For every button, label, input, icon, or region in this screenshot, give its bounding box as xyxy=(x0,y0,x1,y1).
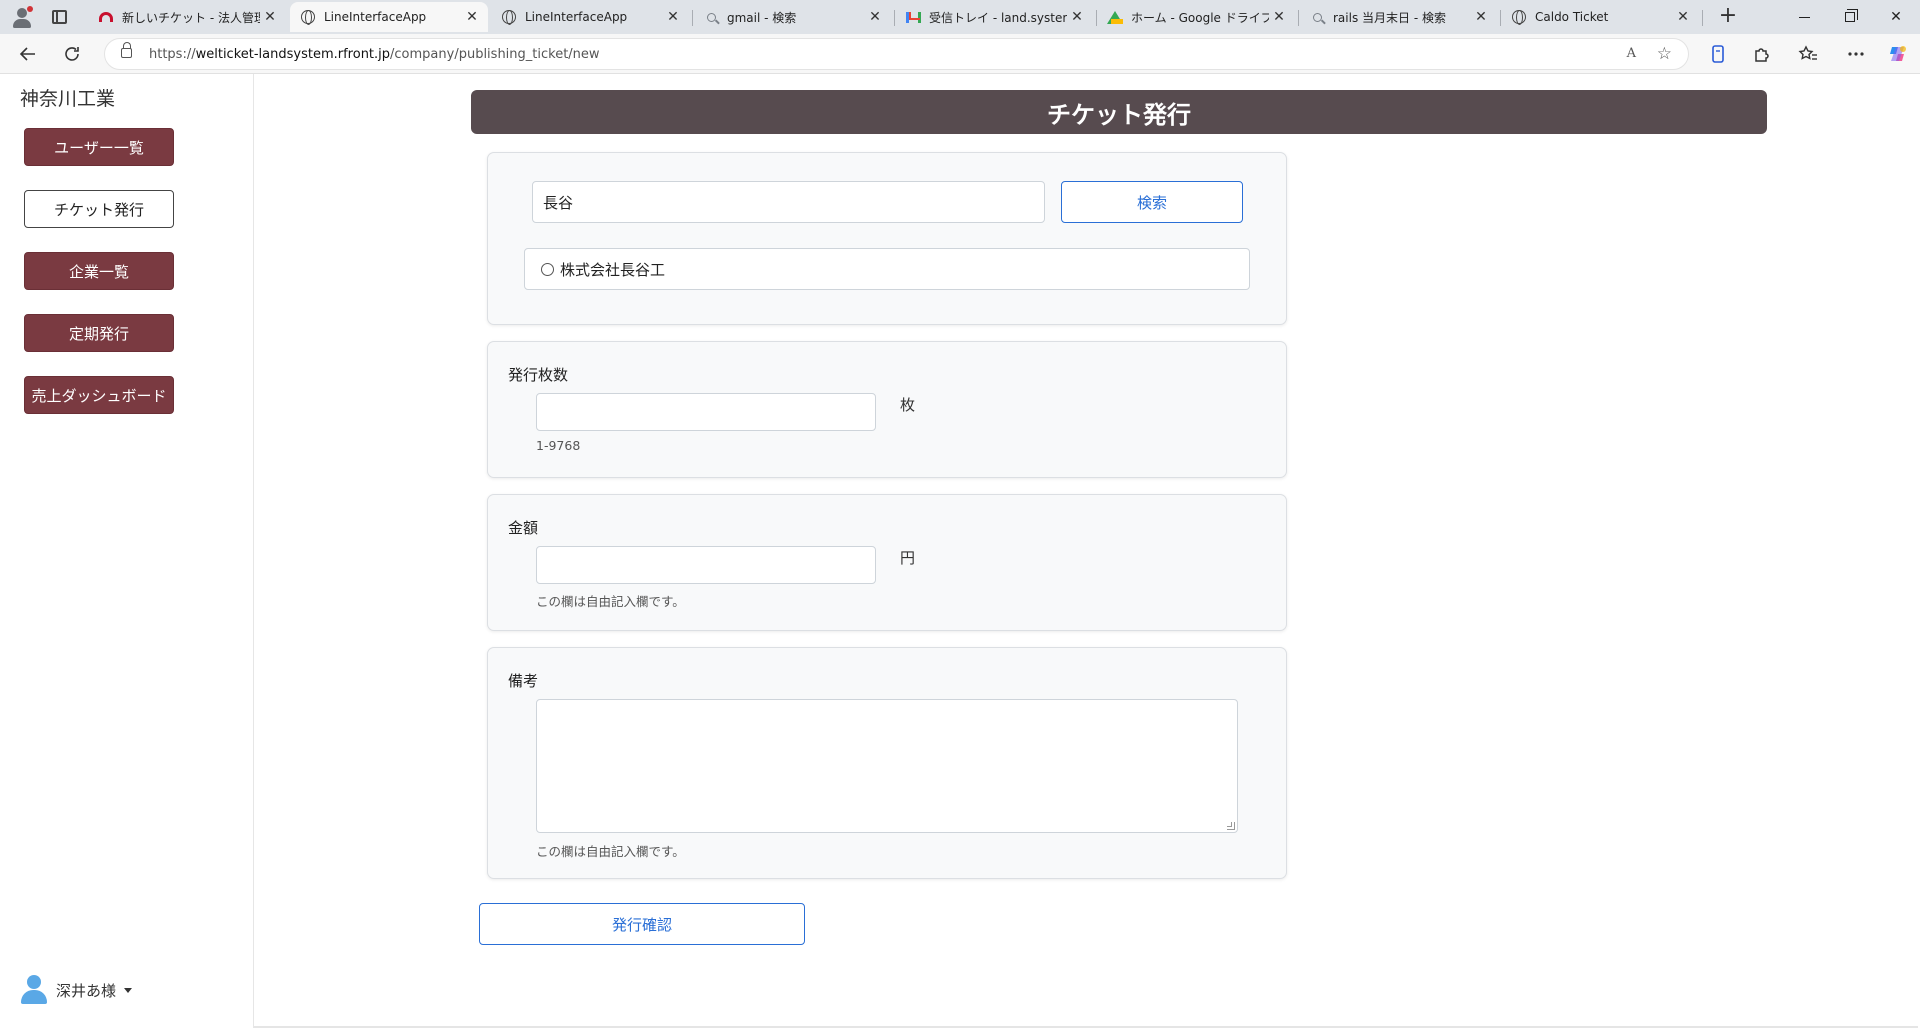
remarks-textarea[interactable] xyxy=(536,699,1238,833)
amount-input[interactable] xyxy=(536,546,876,584)
url-text[interactable]: https://welticket-landsystem.rfront.jp/c… xyxy=(149,47,600,62)
user-name: 深井あ様 xyxy=(56,981,117,1000)
search-icon xyxy=(1309,9,1325,25)
company-search-input[interactable]: 長谷 xyxy=(532,181,1045,223)
tab-title: gmail - 検索 xyxy=(727,10,797,25)
tab-actions-icon[interactable] xyxy=(52,10,67,24)
browser-tab-1[interactable]: 新しいチケット - 法人管理ペ ✕ xyxy=(88,2,286,32)
search-icon xyxy=(703,9,719,25)
quantity-unit: 枚 xyxy=(900,396,916,414)
close-icon[interactable]: ✕ xyxy=(1067,9,1087,25)
read-aloud-icon[interactable]: A xyxy=(1627,46,1636,61)
window-close-button[interactable]: ✕ xyxy=(1873,0,1919,34)
browser-tab-3[interactable]: LineInterfaceApp ✕ xyxy=(491,2,689,32)
favorite-star-icon[interactable]: ☆ xyxy=(1657,44,1672,64)
restore-button[interactable] xyxy=(1827,0,1873,34)
tab-separator xyxy=(1702,10,1703,26)
tab-title: LineInterfaceApp xyxy=(525,10,628,24)
tab-title: rails 当月末日 - 検索 xyxy=(1333,10,1446,25)
sidebar-item-ticket-issue[interactable]: チケット発行 xyxy=(24,190,174,228)
browser-tab-bar: 新しいチケット - 法人管理ペ ✕ LineInterfaceApp ✕ Lin… xyxy=(0,0,1920,34)
user-menu[interactable]: 深井あ様 xyxy=(20,974,133,1006)
quantity-hint: 1-9768 xyxy=(536,438,581,453)
quantity-card: 発行枚数 枚 1-9768 xyxy=(487,341,1287,478)
close-icon[interactable]: ✕ xyxy=(462,9,482,25)
browser-tab-7[interactable]: rails 当月末日 - 検索 ✕ xyxy=(1299,2,1497,32)
tab-title: LineInterfaceApp xyxy=(324,10,427,24)
browser-tab-2[interactable]: LineInterfaceApp ✕ xyxy=(290,2,488,32)
phone-panel-icon xyxy=(1712,45,1724,63)
sidebar: 神奈川工業 ユーザー一覧 チケット発行 企業一覧 定期発行 売上ダッシュボード … xyxy=(2,74,254,1028)
copilot-icon xyxy=(1890,46,1906,61)
new-tab-button[interactable]: + xyxy=(1713,2,1743,32)
company-search-card: 長谷 検索 株式会社長谷工 xyxy=(487,152,1287,325)
drive-icon xyxy=(1107,9,1123,25)
amount-card: 金額 円 この欄は自由記入欄です。 xyxy=(487,494,1287,631)
tab-title: 新しいチケット - 法人管理ペ xyxy=(122,10,260,25)
minimize-icon xyxy=(1798,16,1810,18)
close-icon[interactable]: ✕ xyxy=(1673,9,1693,25)
back-button[interactable] xyxy=(16,42,40,66)
address-bar[interactable]: https://welticket-landsystem.rfront.jp/c… xyxy=(104,38,1689,70)
favorites-button[interactable] xyxy=(1796,42,1820,66)
copilot-button[interactable] xyxy=(1886,42,1910,66)
search-button[interactable]: 検索 xyxy=(1061,181,1243,223)
close-icon[interactable]: ✕ xyxy=(1471,9,1491,25)
tab-title: ホーム - Google ドライブ xyxy=(1131,10,1269,25)
red-arc-icon xyxy=(98,9,114,25)
amount-unit: 円 xyxy=(900,549,916,567)
browser-toolbar: https://welticket-landsystem.rfront.jp/c… xyxy=(0,34,1920,74)
user-avatar-icon xyxy=(20,975,48,1005)
globe-icon xyxy=(300,9,316,25)
close-icon[interactable]: ✕ xyxy=(663,9,683,25)
amount-label: 金額 xyxy=(508,519,539,537)
sidebar-item-company-list[interactable]: 企業一覧 xyxy=(24,252,174,290)
more-dots-icon xyxy=(1848,52,1864,56)
minimize-button[interactable] xyxy=(1781,0,1827,34)
extensions-button[interactable] xyxy=(1750,42,1774,66)
company-result-label: 株式会社長谷工 xyxy=(560,260,666,279)
more-button[interactable] xyxy=(1844,42,1868,66)
lock-icon[interactable] xyxy=(121,42,132,58)
remarks-card: 備考 この欄は自由記入欄です。 xyxy=(487,647,1287,879)
close-icon[interactable]: ✕ xyxy=(1269,9,1289,25)
globe-icon xyxy=(1511,9,1527,25)
radio-button[interactable] xyxy=(541,262,554,276)
tab-title: 受信トレイ - land.system.at xyxy=(929,10,1067,25)
browser-tab-8[interactable]: Caldo Ticket ✕ xyxy=(1501,2,1699,32)
browser-tab-5[interactable]: 受信トレイ - land.system.at ✕ xyxy=(895,2,1093,32)
puzzle-icon xyxy=(1755,48,1769,62)
tab-title: Caldo Ticket xyxy=(1535,10,1609,24)
browser-tab-6[interactable]: ホーム - Google ドライブ ✕ xyxy=(1097,2,1295,32)
close-icon[interactable]: ✕ xyxy=(260,9,280,25)
page: 神奈川工業 ユーザー一覧 チケット発行 企業一覧 定期発行 売上ダッシュボード … xyxy=(2,74,1918,1028)
remarks-hint: この欄は自由記入欄です。 xyxy=(536,844,685,859)
sidebar-item-sales-dashboard[interactable]: 売上ダッシュボード xyxy=(24,376,174,414)
issue-confirm-button[interactable]: 発行確認 xyxy=(479,903,805,945)
company-name: 神奈川工業 xyxy=(20,88,116,110)
quantity-input[interactable] xyxy=(536,393,876,431)
profile-icon[interactable] xyxy=(10,6,34,30)
quantity-label: 発行枚数 xyxy=(508,366,569,384)
browser-tab-4[interactable]: gmail - 検索 ✕ xyxy=(693,2,891,32)
remarks-label: 備考 xyxy=(508,672,539,690)
restore-icon xyxy=(1845,9,1858,22)
arrow-left-icon xyxy=(19,47,35,61)
gmail-icon xyxy=(905,9,921,25)
resize-grip-icon[interactable] xyxy=(1227,822,1235,830)
reload-button[interactable] xyxy=(60,42,84,66)
amount-hint: この欄は自由記入欄です。 xyxy=(536,594,685,609)
favorites-list-icon xyxy=(1798,45,1817,60)
close-icon: ✕ xyxy=(1890,9,1902,25)
page-title: チケット発行 xyxy=(471,90,1767,134)
sidebar-item-user-list[interactable]: ユーザー一覧 xyxy=(24,128,174,166)
sidebar-item-recurring-issue[interactable]: 定期発行 xyxy=(24,314,174,352)
reload-icon xyxy=(65,47,79,61)
close-icon[interactable]: ✕ xyxy=(865,9,885,25)
caret-down-icon xyxy=(124,987,133,993)
sidebar-panel-button[interactable] xyxy=(1706,42,1730,66)
globe-icon xyxy=(501,9,517,25)
company-result-item[interactable]: 株式会社長谷工 xyxy=(524,248,1250,290)
